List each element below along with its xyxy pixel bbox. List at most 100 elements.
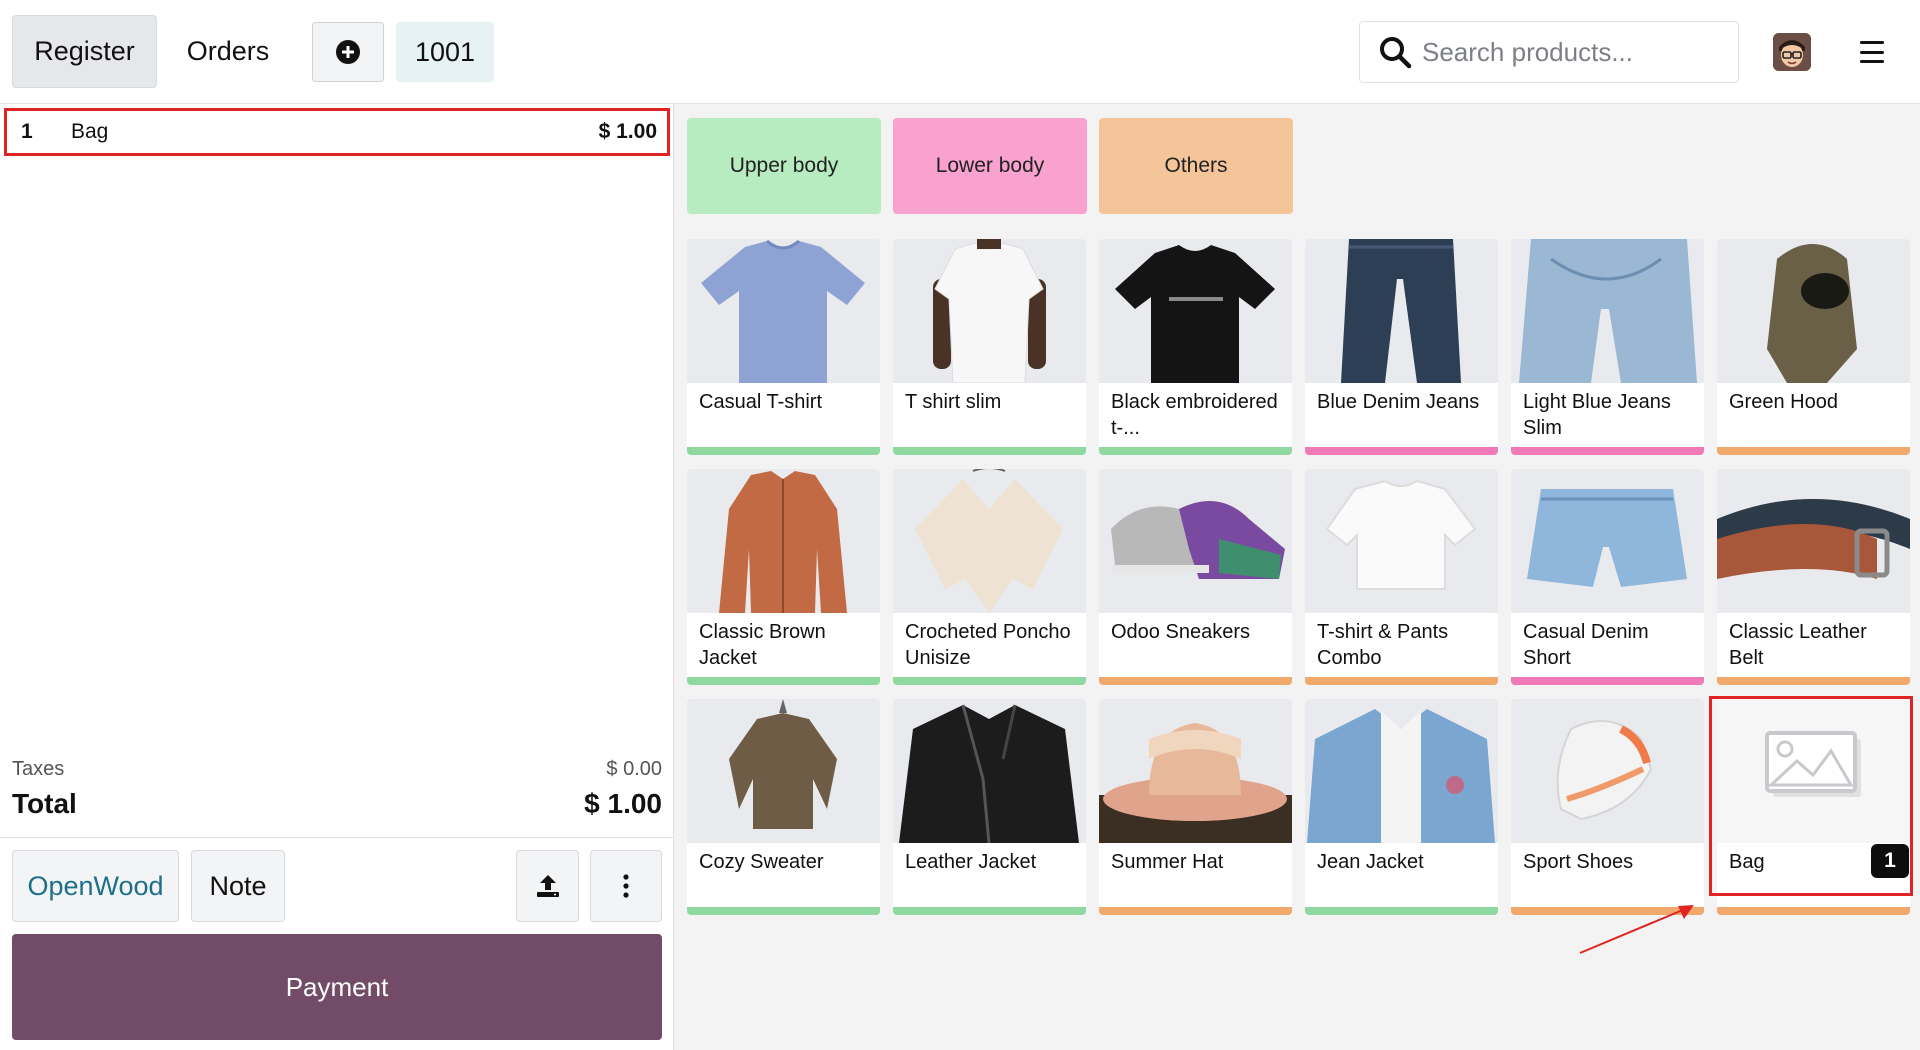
product-sport-shoes[interactable]: Sport Shoes [1511,699,1704,915]
sweater-icon [729,699,837,829]
product-image [1099,469,1292,613]
avatar[interactable] [1773,33,1811,71]
order-line-selected[interactable]: 1 Bag $ 1.00 [4,108,670,156]
product-leather-jacket[interactable]: Leather Jacket [893,699,1086,915]
product-image [1511,239,1704,383]
leather-jacket-icon [899,704,1079,843]
product-name: T shirt slim [905,391,1002,413]
product-black-embroidered-tshirt[interactable]: Black embroidered t-... [1099,239,1292,455]
product-name: Light Blue Jeans Slim [1523,391,1671,439]
product-summer-hat[interactable]: Summer Hat [1099,699,1292,915]
jeans-light-icon [1519,239,1697,383]
product-t-shirt-slim[interactable]: T shirt slim [893,239,1086,455]
payment-button[interactable]: Payment [12,934,662,1040]
more-options-button[interactable] [590,850,662,922]
category-color-bar [687,677,880,685]
product-green-hood[interactable]: Green Hood [1717,239,1910,455]
product-jean-jacket[interactable]: Jean Jacket [1305,699,1498,915]
category-color-bar [893,907,1086,915]
product-classic-brown-jacket[interactable]: Classic Brown Jacket [687,469,880,685]
customer-button[interactable]: OpenWood [12,850,179,922]
product-quantity-badge: 1 [1871,844,1909,878]
note-button[interactable]: Note [191,850,285,922]
order-line-name: Bag [71,120,109,143]
top-bar: Register Orders 1001 [0,0,1920,104]
category-color-bar [1511,447,1704,455]
product-bag[interactable]: Bag 1 [1717,699,1910,915]
product-image [687,699,880,843]
new-order-button[interactable] [312,22,384,82]
taxes-label: Taxes [12,758,65,780]
product-casual-tshirt[interactable]: Casual T-shirt [687,239,880,455]
product-image [1717,239,1910,383]
product-name: Sport Shoes [1523,851,1634,873]
product-name: Crocheted Poncho Unisize [905,621,1071,669]
product-name: Cozy Sweater [699,851,824,873]
order-line-qty: 1 [21,120,33,143]
annotation-arrow-icon [1579,905,1694,954]
category-color-bar [687,907,880,915]
product-image [687,469,880,613]
product-panel: Upper body Lower body Others Casual T-sh… [674,104,1920,1050]
product-name: T-shirt & Pants Combo [1317,621,1449,669]
plus-circle-icon [336,40,360,64]
category-color-bar [1305,447,1498,455]
product-image [1305,699,1498,843]
category-upper-body[interactable]: Upper body [687,118,881,214]
product-image [893,469,1086,613]
category-color-bar [1717,907,1910,915]
image-placeholder-icon [1765,731,1861,797]
category-others[interactable]: Others [1099,118,1293,214]
product-name: Green Hood [1729,391,1838,413]
hood-icon [1767,244,1857,383]
product-name: Summer Hat [1111,851,1224,873]
product-image [687,239,880,383]
product-name: Casual Denim Short [1523,621,1649,669]
tshirt-black-icon [1115,245,1275,383]
category-color-bar [1305,907,1498,915]
product-image [1511,469,1704,613]
order-line-price: $ 1.00 [598,120,657,143]
upload-button[interactable] [516,850,579,922]
product-light-blue-jeans-slim[interactable]: Light Blue Jeans Slim [1511,239,1704,455]
hamburger-menu-icon[interactable] [1855,36,1889,68]
register-tab-button[interactable]: Register [12,15,157,88]
order-panel: 1 Bag $ 1.00 Taxes $ 0.00 Total $ 1.00 O… [0,104,674,1050]
tshirt-white-icon [933,239,1046,383]
search-input[interactable] [1422,36,1722,68]
product-image [1305,239,1498,383]
category-color-bar [1717,677,1910,685]
product-blue-denim-jeans[interactable]: Blue Denim Jeans [1305,239,1498,455]
category-color-bar [893,677,1086,685]
belt-icon [1717,499,1910,579]
product-tshirt-pants-combo[interactable]: T-shirt & Pants Combo [1305,469,1498,685]
product-odoo-sneakers[interactable]: Odoo Sneakers [1099,469,1292,685]
tshirt-blue-icon [701,239,865,383]
search-bar[interactable] [1359,21,1739,83]
sneaker-icon [1111,501,1285,579]
orders-tab-button[interactable]: Orders [172,15,284,88]
product-cozy-sweater[interactable]: Cozy Sweater [687,699,880,915]
product-image [1717,699,1910,843]
taxes-row: Taxes $ 0.00 [12,758,662,781]
product-casual-denim-short[interactable]: Casual Denim Short [1511,469,1704,685]
product-image [893,699,1086,843]
category-color-bar [893,447,1086,455]
current-order-tab[interactable]: 1001 [396,22,494,82]
combo-icon [1325,479,1477,590]
product-crocheted-poncho[interactable]: Crocheted Poncho Unisize [893,469,1086,685]
jean-jacket-icon [1307,709,1495,843]
product-name: Casual T-shirt [699,391,823,413]
product-image [1717,469,1910,613]
product-name: Classic Brown Jacket [699,621,826,669]
divider [0,837,674,838]
search-icon [1380,37,1412,69]
category-color-bar [1099,907,1292,915]
product-classic-leather-belt[interactable]: Classic Leather Belt [1717,469,1910,685]
category-lower-body[interactable]: Lower body [893,118,1087,214]
jacket-brown-icon [719,471,847,613]
product-name: Black embroidered t-... [1111,391,1278,439]
user-avatar-icon [1773,33,1811,71]
hat-icon [1099,723,1292,843]
product-name: Blue Denim Jeans [1317,391,1480,413]
